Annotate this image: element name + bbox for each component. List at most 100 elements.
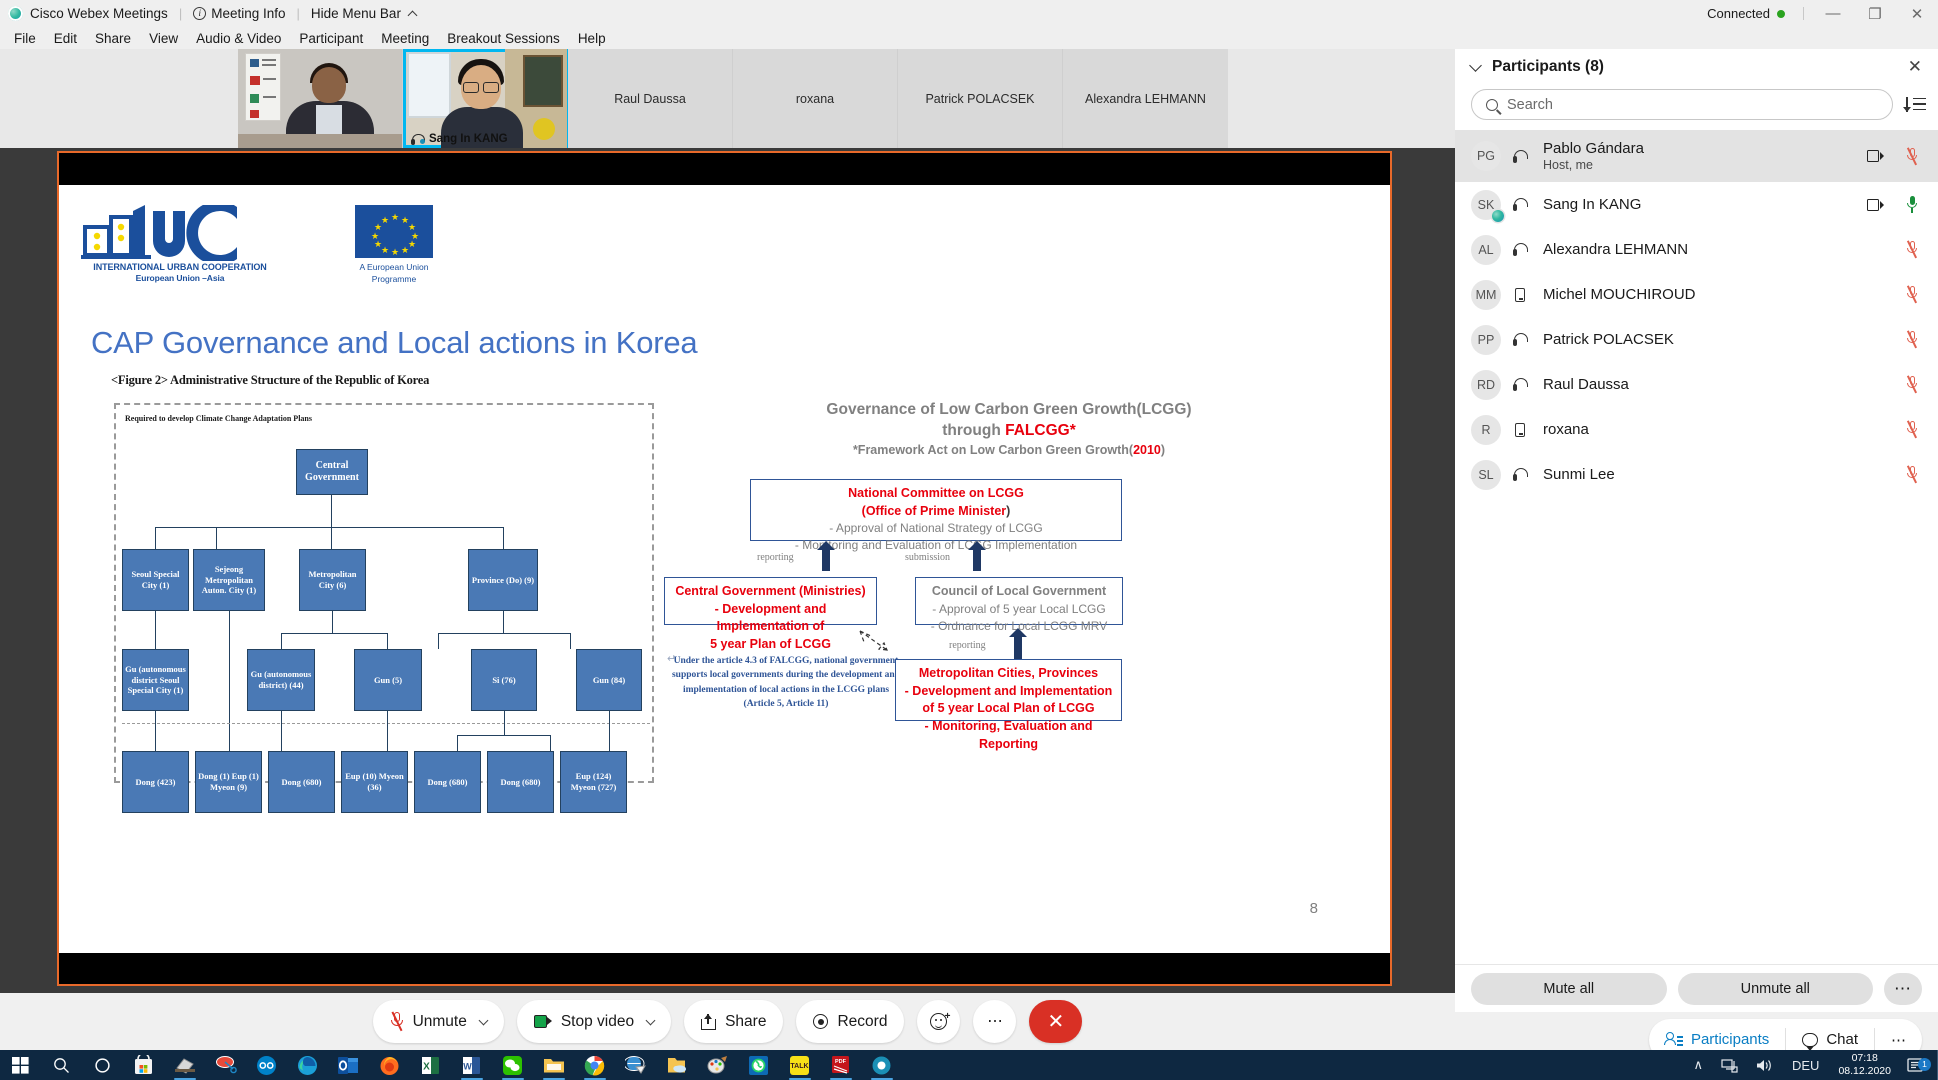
chevron-down-icon[interactable] [478,1015,488,1025]
menu-view[interactable]: View [140,29,187,48]
participant-row-sunmi-lee[interactable]: SL Sunmi Lee [1455,452,1938,497]
chevron-down-icon[interactable] [1469,59,1482,72]
sort-icon[interactable] [1905,97,1926,113]
chevron-down-icon[interactable] [646,1015,656,1025]
tile-name: Patrick POLACSEK [925,92,1034,106]
stop-video-button[interactable]: Stop video [517,1000,671,1043]
show-hidden-icons-button[interactable]: ∧ [1684,1057,1712,1073]
org-node-dong-680-c: Dong (680) [487,751,554,813]
menu-edit[interactable]: Edit [45,29,86,48]
participant-row-roxana[interactable]: R roxana [1455,407,1938,452]
minimize-button[interactable]: — [1812,0,1854,27]
hide-menu-bar-button[interactable]: Hide Menu Bar [311,6,416,21]
org-node-dong-423: Dong (423) [122,751,189,813]
shared-content-frame[interactable]: INTERNATIONAL URBAN COOPERATION European… [57,151,1392,986]
microphone-muted-icon[interactable] [1906,241,1918,258]
falcgg-note: Under the article 4.3 of FALCGG, nationa… [671,654,901,711]
search-input[interactable]: Search [1471,89,1893,120]
pdf-icon[interactable]: PDF [820,1050,861,1080]
headset-icon [1509,198,1531,211]
start-button[interactable] [0,1050,41,1080]
reactions-button[interactable]: + [917,1000,960,1043]
notifications-button[interactable]: 1 [1901,1058,1938,1073]
avatar: PP [1471,325,1501,355]
word-icon[interactable]: W [451,1050,492,1080]
google-chrome-icon[interactable] [574,1050,615,1080]
file-explorer-icon[interactable] [533,1050,574,1080]
webex-taskbar-icon[interactable] [861,1050,902,1080]
participants-list[interactable]: PG Pablo Gándara Host, me SK Sang In KAN… [1455,130,1938,964]
menu-share[interactable]: Share [86,29,140,48]
firefox-icon[interactable] [369,1050,410,1080]
network-icon[interactable] [1712,1058,1747,1073]
menu-breakout-sessions[interactable]: Breakout Sessions [438,29,569,48]
video-icon[interactable] [1867,199,1884,211]
microphone-muted-icon[interactable] [1906,421,1918,438]
onedrive-folder-icon[interactable] [656,1050,697,1080]
language-indicator[interactable]: DEU [1783,1058,1828,1073]
whatsapp-icon[interactable] [738,1050,779,1080]
app-icon-2[interactable] [205,1050,246,1080]
clock[interactable]: 07:18 08.12.2020 [1828,1052,1901,1078]
org-line [438,633,571,634]
video-icon[interactable] [1867,150,1884,162]
mute-all-button[interactable]: Mute all [1471,973,1667,1005]
search-icon[interactable] [41,1050,82,1080]
video-tile-1[interactable] [238,49,403,148]
panel-more-button[interactable]: ⋯ [1884,973,1922,1005]
participant-row-alexandra-lehmann[interactable]: AL Alexandra LEHMANN [1455,227,1938,272]
share-icon [701,1014,716,1030]
paint-icon[interactable] [697,1050,738,1080]
video-tile-roxana[interactable]: roxana [733,49,898,148]
close-panel-button[interactable]: ✕ [1908,57,1922,77]
org-line [331,495,332,527]
video-tile-patrick-polacsek[interactable]: Patrick POLACSEK [898,49,1063,148]
outlook-icon[interactable] [328,1050,369,1080]
record-button[interactable]: Record [796,1000,904,1043]
menu-participant[interactable]: Participant [290,29,372,48]
app-icon-1[interactable] [164,1050,205,1080]
org-line [387,711,388,751]
menu-file[interactable]: File [5,29,45,48]
microsoft-edge-icon[interactable] [287,1050,328,1080]
participant-row-patrick-polacsek[interactable]: PP Patrick POLACSEK [1455,317,1938,362]
participant-status-icons [1867,196,1918,213]
avatar: MM [1471,280,1501,310]
nextcloud-icon[interactable] [246,1050,287,1080]
internet-app-icon[interactable] [615,1050,656,1080]
eu-line-1: A European Union [355,261,433,273]
menu-meeting[interactable]: Meeting [372,29,438,48]
kakaotalk-icon[interactable]: TALK [779,1050,820,1080]
menu-help[interactable]: Help [569,29,615,48]
video-tile-sang-in-kang[interactable]: Sang In KANG [403,49,568,148]
microphone-active-icon[interactable] [1906,196,1918,213]
unmute-button[interactable]: Unmute [373,1000,504,1043]
search-icon [1486,99,1498,111]
participant-row-michel-mouchiroud[interactable]: MM Michel MOUCHIROUD [1455,272,1938,317]
microphone-muted-icon[interactable] [1906,148,1918,165]
video-tile-alexandra-lehmann[interactable]: Alexandra LEHMANN [1063,49,1228,148]
menu-audio-video[interactable]: Audio & Video [187,29,290,48]
volume-icon[interactable] [1747,1058,1783,1073]
cortana-icon[interactable] [82,1050,123,1080]
microsoft-store-icon[interactable] [123,1050,164,1080]
wechat-icon[interactable] [492,1050,533,1080]
microphone-muted-icon[interactable] [1906,376,1918,393]
participant-row-sang-in-kang[interactable]: SK Sang In KANG [1455,182,1938,227]
video-tile-raul-daussa[interactable]: Raul Daussa [568,49,733,148]
microphone-muted-icon[interactable] [1906,466,1918,483]
participant-status-icons [1906,331,1918,348]
title-divider-2: | [297,6,300,21]
excel-icon[interactable]: X [410,1050,451,1080]
microphone-muted-icon[interactable] [1906,331,1918,348]
share-button[interactable]: Share [684,1000,783,1043]
end-meeting-button[interactable]: ✕ [1029,1000,1082,1043]
close-window-button[interactable]: ✕ [1896,0,1938,27]
maximize-button[interactable]: ❐ [1854,0,1896,27]
more-options-button[interactable]: ⋯ [973,1000,1016,1043]
participant-row-raul-daussa[interactable]: RD Raul Daussa [1455,362,1938,407]
unmute-all-button[interactable]: Unmute all [1678,973,1874,1005]
meeting-info-button[interactable]: i Meeting Info [193,6,285,21]
participant-row-pablo-gandara[interactable]: PG Pablo Gándara Host, me [1455,130,1938,182]
microphone-muted-icon[interactable] [1906,286,1918,303]
